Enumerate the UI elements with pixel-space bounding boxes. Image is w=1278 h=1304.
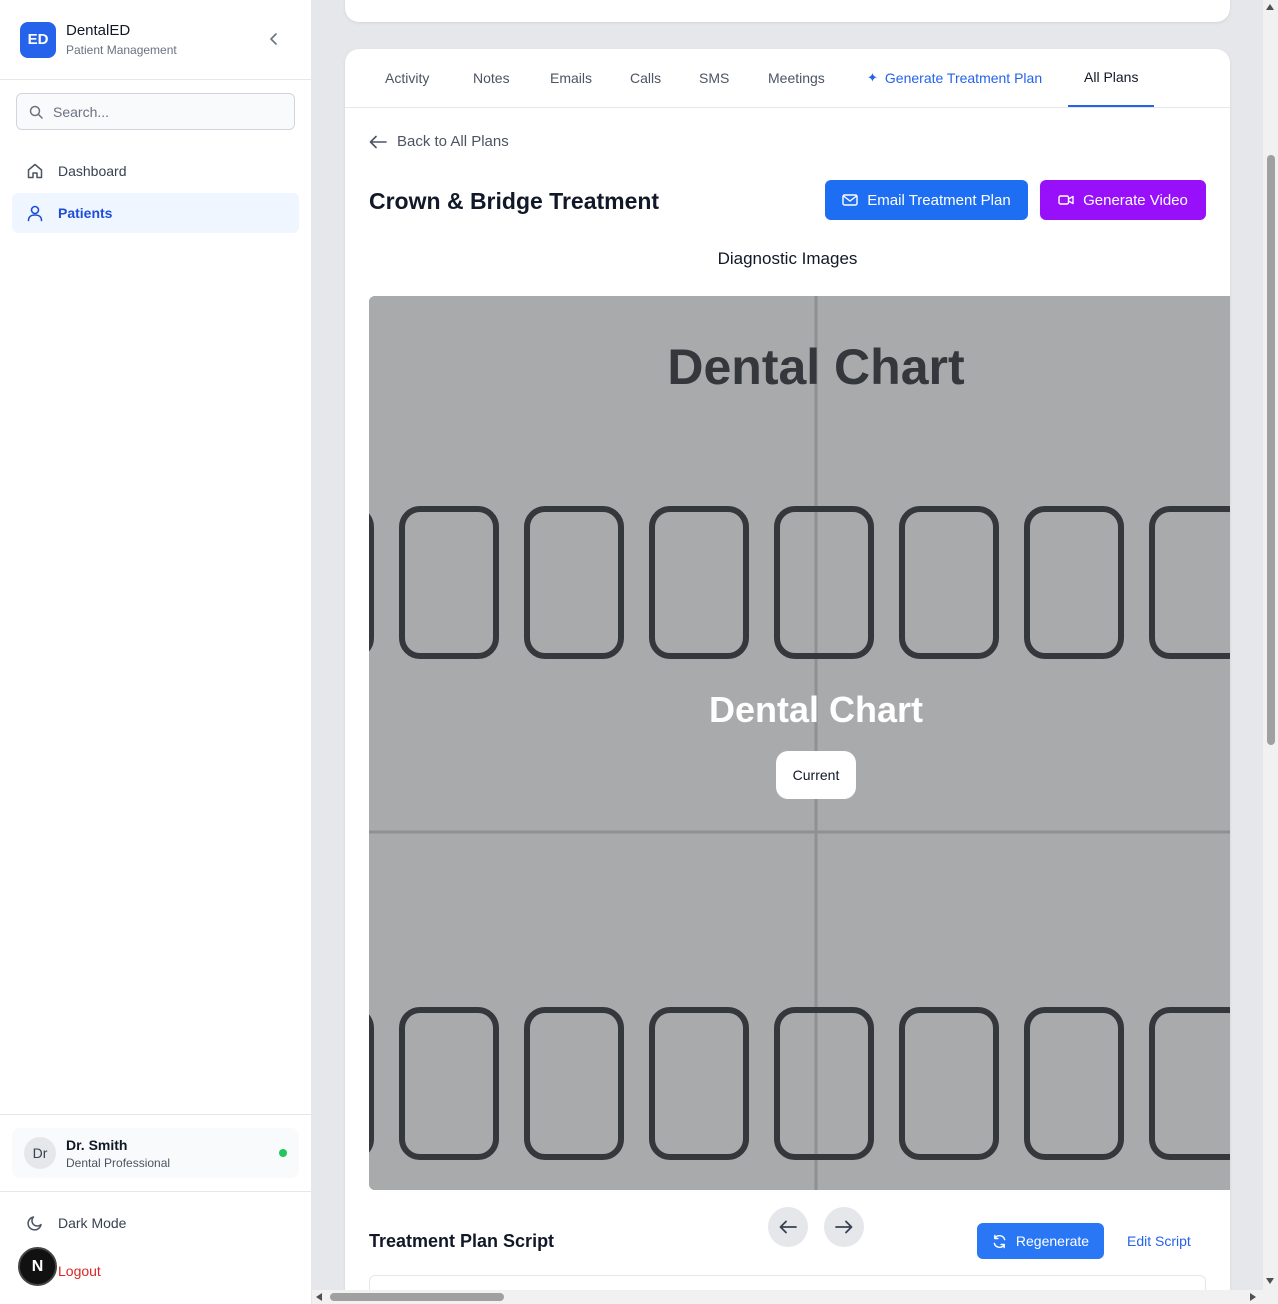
brand-subtitle: Patient Management — [66, 43, 177, 57]
arrow-left-icon — [369, 135, 387, 148]
sparkle-icon: ✦ — [867, 70, 878, 85]
tab-emails[interactable]: Emails — [550, 49, 592, 107]
online-status-dot — [279, 1149, 287, 1157]
collapse-sidebar-button[interactable] — [265, 30, 283, 48]
arrow-right-icon — [835, 1220, 853, 1234]
moon-icon — [27, 1216, 42, 1231]
tab-calls[interactable]: Calls — [630, 49, 661, 107]
user-section: Dr Dr. Smith Dental Professional — [0, 1114, 311, 1192]
tab-sms[interactable]: SMS — [699, 49, 729, 107]
previous-image-button[interactable] — [768, 1207, 808, 1247]
email-button-label: Email Treatment Plan — [867, 191, 1011, 209]
sidebar: ED DentalED Patient Management Dashboard… — [0, 0, 312, 1304]
chart-header-text: Dental Chart — [667, 339, 965, 395]
brand-logo: ED — [20, 21, 56, 58]
user-icon — [27, 205, 43, 222]
main-card: Activity Notes Emails Calls SMS Meetings… — [345, 49, 1230, 1304]
logout-button[interactable]: Logout — [58, 1263, 101, 1279]
video-icon — [1058, 195, 1074, 205]
tab-all-plans[interactable]: All Plans — [1068, 49, 1155, 107]
arrow-left-icon — [779, 1220, 797, 1234]
tab-notes[interactable]: Notes — [473, 49, 510, 107]
scroll-up-arrow-icon[interactable] — [1266, 4, 1274, 10]
dev-tools-badge[interactable]: N — [18, 1247, 57, 1286]
treatment-plan-script-title: Treatment Plan Script — [369, 1231, 555, 1251]
brand-header: ED DentalED Patient Management — [0, 0, 311, 80]
sidebar-item-patients[interactable]: Patients — [12, 193, 299, 233]
sidebar-item-label: Dashboard — [58, 163, 127, 179]
video-button-label: Generate Video — [1083, 191, 1188, 209]
back-link-label: Back to All Plans — [397, 133, 509, 150]
tab-label: Generate Treatment Plan — [884, 70, 1043, 86]
tab-generate-treatment-plan[interactable]: ✦ Generate Treatment Plan — [867, 49, 1042, 107]
regenerate-label: Regenerate — [1015, 1233, 1090, 1249]
diagnostic-image-viewer[interactable]: Dental Chart Dental Chart Current — [369, 296, 1230, 1190]
vertical-scrollbar[interactable] — [1263, 0, 1278, 1290]
user-role: Dental Professional — [66, 1155, 171, 1170]
scroll-down-arrow-icon[interactable] — [1266, 1278, 1274, 1284]
generate-video-button[interactable]: Generate Video — [1040, 180, 1206, 220]
user-card[interactable]: Dr Dr. Smith Dental Professional — [12, 1128, 299, 1178]
tab-meetings[interactable]: Meetings — [768, 49, 825, 107]
sidebar-item-dashboard[interactable]: Dashboard — [12, 151, 299, 191]
search-box[interactable] — [16, 93, 295, 130]
email-treatment-plan-button[interactable]: Email Treatment Plan — [825, 180, 1028, 220]
horizontal-scrollbar[interactable] — [312, 1290, 1278, 1304]
refresh-icon — [993, 1234, 1006, 1248]
search-icon — [29, 105, 43, 119]
horizontal-scroll-thumb[interactable] — [330, 1293, 504, 1301]
chevron-left-icon — [270, 33, 277, 45]
image-overlay-title: Dental Chart — [709, 689, 923, 730]
user-name: Dr. Smith — [66, 1136, 128, 1153]
back-to-plans-link[interactable]: Back to All Plans — [369, 133, 509, 150]
page-title: Crown & Bridge Treatment — [369, 188, 660, 214]
next-image-button[interactable] — [824, 1207, 864, 1247]
scroll-left-arrow-icon[interactable] — [316, 1293, 322, 1301]
brand-name: DentalED — [66, 22, 131, 39]
dark-mode-label: Dark Mode — [58, 1215, 127, 1231]
search-input[interactable] — [53, 103, 273, 120]
tab-bar: Activity Notes Emails Calls SMS Meetings… — [345, 49, 1230, 108]
home-icon — [27, 163, 43, 179]
vertical-scroll-thumb[interactable] — [1267, 155, 1275, 745]
avatar: Dr — [24, 1137, 56, 1169]
regenerate-button[interactable]: Regenerate — [977, 1223, 1104, 1259]
scroll-right-arrow-icon[interactable] — [1250, 1293, 1256, 1301]
dark-mode-toggle[interactable]: Dark Mode — [26, 1214, 126, 1232]
sidebar-item-label: Patients — [58, 205, 113, 221]
current-badge-label: Current — [793, 767, 840, 783]
tab-activity[interactable]: Activity — [385, 49, 429, 107]
edit-script-link[interactable]: Edit Script — [1127, 1233, 1191, 1249]
dental-chart-image: Dental Chart Dental Chart Current — [369, 296, 1230, 1190]
mail-icon — [842, 194, 858, 206]
sidebar-nav: Dashboard Patients — [12, 151, 299, 235]
patient-summary-card — [345, 0, 1230, 22]
diagnostic-images-title: Diagnostic Images — [717, 249, 858, 268]
